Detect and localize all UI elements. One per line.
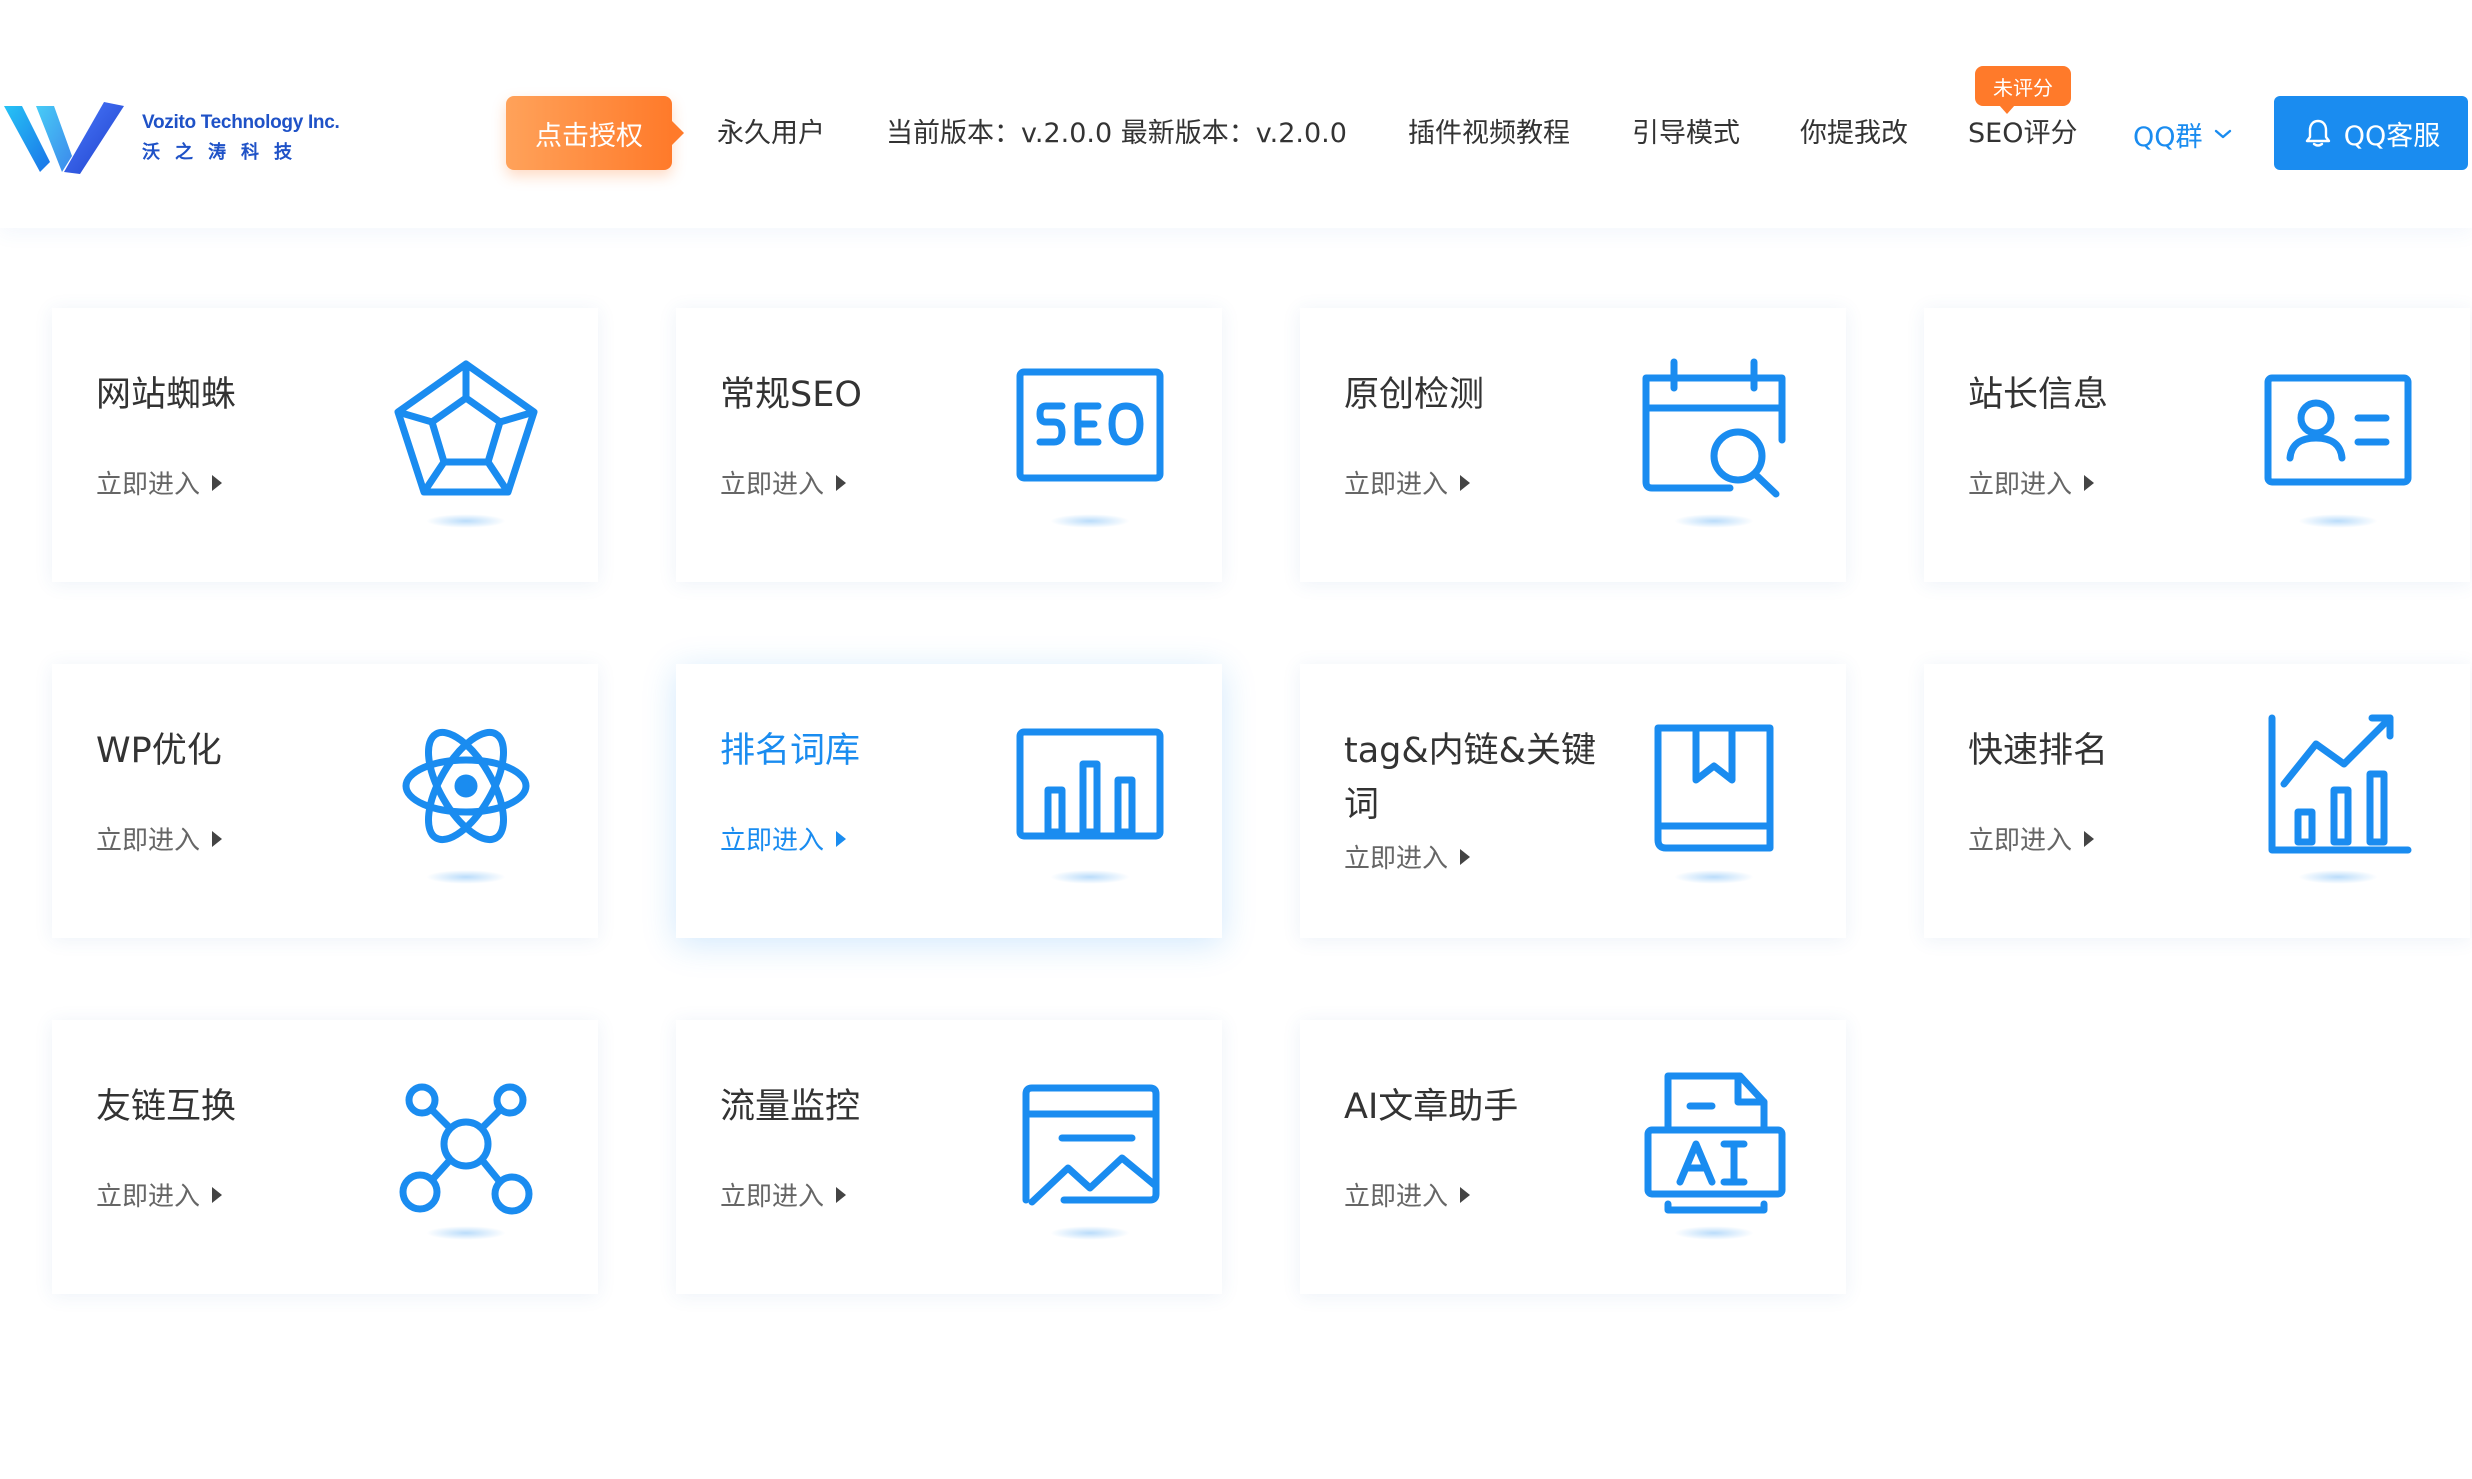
play-arrow-icon — [1460, 474, 1471, 491]
card-wp-optimize[interactable]: WP优化 立即进入 — [52, 664, 598, 938]
enter-link[interactable]: 立即进入 — [1344, 838, 1471, 875]
card-title: tag&内链&关键词 — [1344, 731, 1596, 825]
card-traffic-monitor[interactable]: 流量监控 立即进入 — [676, 1020, 1222, 1294]
play-arrow-icon — [212, 830, 223, 847]
seo-score-badge: 未评分 — [1975, 66, 2071, 114]
brand-logo[interactable] — [0, 96, 330, 176]
icon-glow — [1674, 870, 1754, 884]
id-card-icon — [2254, 348, 2422, 516]
card-originality-check[interactable]: 原创检测 立即进入 — [1300, 308, 1846, 582]
image-window-icon — [1006, 1060, 1174, 1228]
qq-service-button[interactable]: QQ客服 — [2274, 96, 2468, 170]
card-ranking-keywords[interactable]: 排名词库 立即进入 — [676, 664, 1222, 938]
top-header: Vozito Technology Inc. 沃之涛科技 点击授权 永久用户 当… — [0, 0, 2472, 228]
icon-glow — [1050, 514, 1130, 528]
icon-glow — [426, 870, 506, 884]
card-title: 快速排名 — [1968, 731, 2109, 771]
card-quick-ranking[interactable]: 快速排名 立即进入 — [1924, 664, 2470, 938]
nav-video-tutorial[interactable]: 插件视频教程 — [1408, 114, 1570, 154]
enter-link[interactable]: 立即进入 — [720, 820, 847, 857]
icon-glow — [1674, 1226, 1754, 1240]
play-arrow-icon — [836, 474, 847, 491]
nav-qq-group-dropdown[interactable]: QQ群 — [2133, 114, 2233, 154]
card-link-exchange[interactable]: 友链互换 立即进入 — [52, 1020, 598, 1294]
card-title: 排名词库 — [720, 731, 861, 771]
card-website-spider[interactable]: 网站蜘蛛 立即进入 — [52, 308, 598, 582]
enter-link[interactable]: 立即进入 — [720, 1176, 847, 1213]
qq-group-label: QQ群 — [2133, 121, 2203, 153]
enter-link[interactable]: 立即进入 — [96, 464, 223, 501]
icon-glow — [426, 1226, 506, 1240]
card-webmaster-info[interactable]: 站长信息 立即进入 — [1924, 308, 2470, 582]
nav-guide-mode[interactable]: 引导模式 — [1632, 114, 1740, 154]
atom-icon — [382, 704, 550, 872]
enter-link[interactable]: 立即进入 — [96, 1176, 223, 1213]
icon-glow — [426, 514, 506, 528]
enter-link[interactable]: 立即进入 — [1344, 1176, 1471, 1213]
brand-name-cn: 沃之涛科技 — [142, 142, 307, 163]
authorize-button[interactable]: 点击授权 — [506, 96, 684, 170]
card-title: 友链互换 — [96, 1087, 237, 1127]
card-title: 站长信息 — [1968, 375, 2109, 415]
play-arrow-icon — [212, 474, 223, 491]
ai-document-icon — [1630, 1060, 1798, 1228]
bell-icon — [2305, 119, 2330, 147]
play-arrow-icon — [2084, 830, 2095, 847]
nav-feedback[interactable]: 你提我改 — [1800, 114, 1908, 154]
card-title: 流量监控 — [720, 1087, 861, 1127]
enter-link[interactable]: 立即进入 — [96, 820, 223, 857]
card-title: 网站蜘蛛 — [96, 375, 237, 415]
enter-link[interactable]: 立即进入 — [1344, 464, 1471, 501]
chevron-down-icon — [2214, 129, 2231, 139]
card-tag-links-keywords[interactable]: tag&内链&关键词 立即进入 — [1300, 664, 1846, 938]
play-arrow-icon — [836, 1186, 847, 1203]
icon-glow — [1674, 514, 1754, 528]
card-title: 原创检测 — [1344, 375, 1485, 415]
card-title: WP优化 — [96, 731, 222, 771]
bar-chart-icon — [1006, 704, 1174, 872]
icon-glow — [2298, 514, 2378, 528]
seo-board-icon — [1006, 348, 1174, 516]
enter-link[interactable]: 立即进入 — [1968, 820, 2095, 857]
card-title: 常规SEO — [720, 375, 862, 415]
nav-version-info: 当前版本：v.2.0.0 最新版本：v.2.0.0 — [886, 118, 1347, 149]
network-nodes-icon — [382, 1060, 550, 1228]
enter-link[interactable]: 立即进入 — [720, 464, 847, 501]
icon-glow — [1050, 870, 1130, 884]
play-arrow-icon — [836, 830, 847, 847]
enter-link[interactable]: 立即进入 — [1968, 464, 2095, 501]
card-title: AI文章助手 — [1344, 1087, 1519, 1127]
calendar-search-icon — [1630, 348, 1798, 516]
play-arrow-icon — [212, 1186, 223, 1203]
card-ai-writing-assistant[interactable]: AI文章助手 立即进入 — [1300, 1020, 1846, 1294]
bookmark-book-icon — [1630, 704, 1798, 872]
play-arrow-icon — [1460, 1186, 1471, 1203]
pentagon-web-icon — [382, 348, 550, 516]
qq-service-label: QQ客服 — [2343, 120, 2441, 152]
brand-name-en: Vozito Technology Inc. — [142, 112, 340, 133]
nav-permanent-user[interactable]: 永久用户 — [717, 114, 825, 154]
nav-seo-score[interactable]: SEO评分 — [1968, 114, 2077, 154]
play-arrow-icon — [2084, 474, 2095, 491]
logo-mark-icon — [4, 102, 124, 174]
card-general-seo[interactable]: 常规SEO 立即进入 — [676, 308, 1222, 582]
growth-chart-icon — [2254, 704, 2422, 872]
icon-glow — [1050, 1226, 1130, 1240]
icon-glow — [2298, 870, 2378, 884]
play-arrow-icon — [1460, 848, 1471, 865]
